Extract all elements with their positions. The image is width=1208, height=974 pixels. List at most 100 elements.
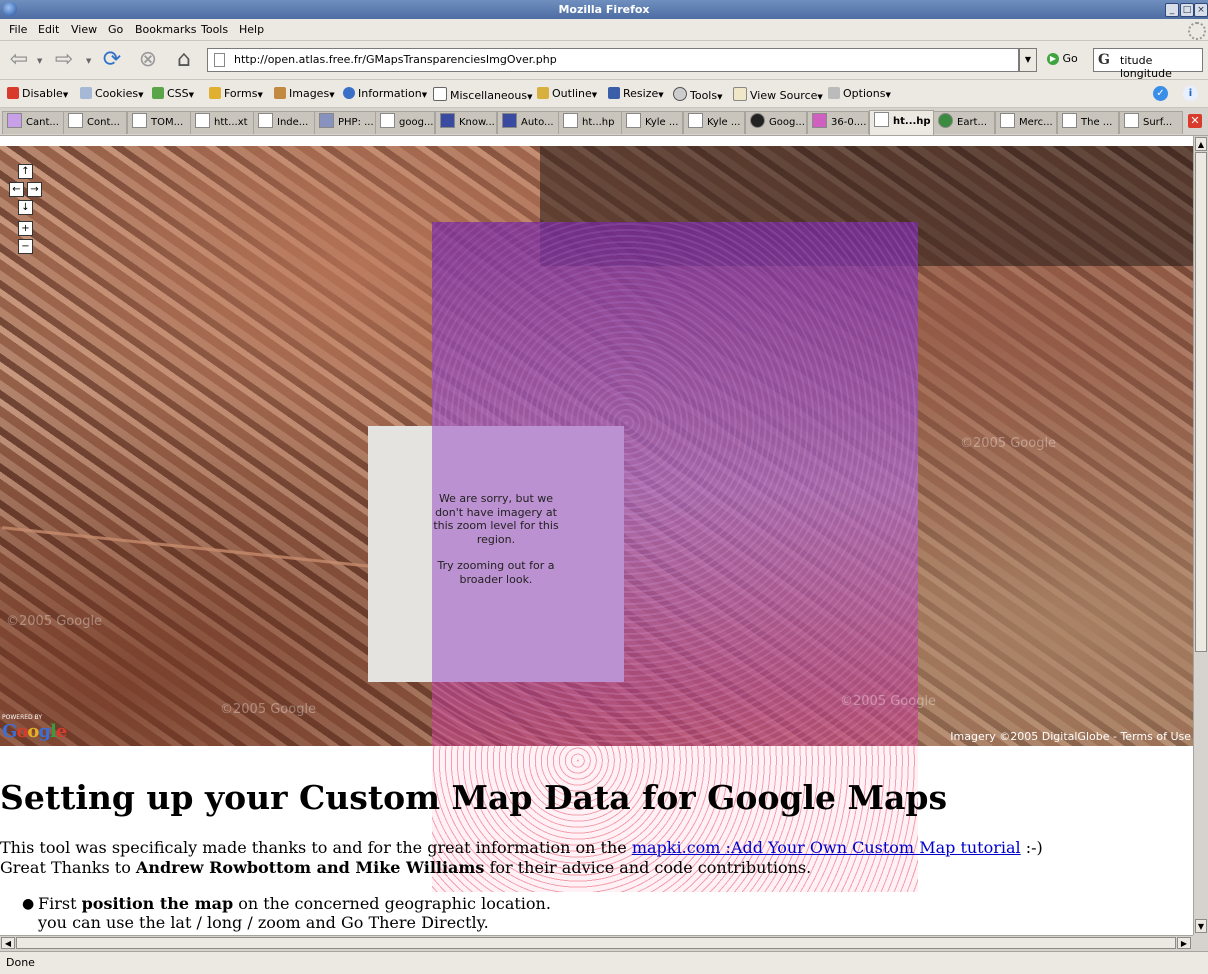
menu-bookmarks[interactable]: Bookmarks	[135, 23, 196, 36]
tab-9[interactable]: ht...hp	[558, 111, 622, 134]
tab-label: The ...	[1081, 117, 1113, 128]
dev-disable-label: Disable	[22, 87, 63, 100]
stop-button[interactable]: ⊗	[134, 47, 162, 73]
dev-css[interactable]: CSS▼	[152, 87, 194, 100]
map-canvas[interactable]: We are sorry, but we don't have imagery …	[0, 146, 1193, 746]
forward-button[interactable]: ⇨	[50, 47, 78, 73]
tab-13[interactable]: 36-0....	[807, 111, 869, 134]
tab-2[interactable]: TOM...	[127, 111, 191, 134]
zoom-out-button[interactable]: −	[18, 239, 33, 254]
zoom-in-button[interactable]: +	[18, 221, 33, 236]
dev-disable[interactable]: Disable▼	[7, 87, 68, 100]
tab-favicon	[812, 113, 827, 128]
page-icon	[214, 53, 225, 67]
tab-17[interactable]: The ...	[1057, 111, 1119, 134]
menu-go[interactable]: Go	[108, 23, 123, 36]
search-field[interactable]: G titude longitude	[1093, 48, 1203, 80]
intro-suffix: :-)	[1020, 838, 1043, 857]
tab-15[interactable]: Eart...	[933, 111, 995, 134]
dev-tools-label: Tools	[690, 89, 718, 102]
tab-favicon	[626, 113, 641, 128]
scroll-right-icon[interactable]: ▶	[1177, 937, 1191, 949]
dev-images[interactable]: Images▼	[274, 87, 335, 100]
url-history-dropdown[interactable]: ▼	[1019, 48, 1037, 72]
tab-label: Surf...	[1143, 117, 1173, 128]
tab-label: Know...	[459, 117, 495, 128]
status-text: Done	[6, 956, 35, 969]
menu-file[interactable]: File	[9, 23, 27, 36]
tab-0[interactable]: Cant...	[2, 111, 64, 134]
menu-help[interactable]: Help	[239, 23, 264, 36]
minimize-button[interactable]: _	[1165, 3, 1179, 17]
maximize-button[interactable]: □	[1180, 3, 1194, 17]
horizontal-scrollbar[interactable]: ◀ ▶	[0, 935, 1193, 951]
tab-3[interactable]: htt...xt	[190, 111, 254, 134]
tab-4[interactable]: Inde...	[253, 111, 315, 134]
tab-10[interactable]: Kyle ...	[621, 111, 683, 134]
menu-view[interactable]: View	[71, 23, 97, 36]
dev-miscellaneous[interactable]: Miscellaneous▼	[433, 87, 533, 102]
tab-6[interactable]: goog...	[375, 111, 435, 134]
tab-11[interactable]: Kyle ...	[683, 111, 745, 134]
tab-14-active[interactable]: ht...hp	[869, 110, 934, 135]
close-tab-button[interactable]: ✕	[1188, 114, 1202, 128]
close-window-button[interactable]: ×	[1194, 3, 1208, 17]
step-1: First position the map on the concerned …	[38, 894, 551, 913]
search-query: titude longitude	[1120, 54, 1172, 80]
pan-down-button[interactable]: ↓	[18, 200, 33, 215]
google-powered-by-logo[interactable]: POWERED BY Google	[2, 714, 67, 742]
dev-information[interactable]: Information▼	[343, 87, 427, 100]
go-button[interactable]: ▶ Go	[1047, 52, 1078, 65]
tab-5[interactable]: PHP: ...	[314, 111, 376, 134]
miscellaneous-icon	[433, 87, 447, 101]
tab-favicon	[68, 113, 83, 128]
dev-resize[interactable]: Resize▼	[608, 87, 664, 100]
horizontal-scroll-thumb[interactable]	[16, 937, 1176, 949]
bullet-icon: ●	[22, 896, 35, 912]
dev-view-source[interactable]: View Source▼	[733, 87, 823, 102]
url-field[interactable]: http://open.atlas.free.fr/GMapsTranspare…	[207, 48, 1019, 72]
dev-tools[interactable]: Tools▼	[673, 87, 723, 102]
dev-options[interactable]: Options▼	[828, 87, 891, 100]
back-button[interactable]: ⇦	[5, 47, 33, 73]
tab-favicon	[1000, 113, 1015, 128]
scroll-up-icon[interactable]: ▲	[1195, 137, 1207, 151]
forward-dropdown-icon[interactable]: ▼	[86, 57, 91, 65]
back-dropdown-icon[interactable]: ▼	[37, 57, 42, 65]
menu-edit[interactable]: Edit	[38, 23, 59, 36]
tab-1[interactable]: Cont...	[63, 111, 127, 134]
scroll-down-icon[interactable]: ▼	[1195, 919, 1207, 933]
tab-18[interactable]: Surf...	[1119, 111, 1183, 134]
tab-favicon	[380, 113, 395, 128]
mapki-tutorial-link[interactable]: mapki.com :Add Your Own Custom Map tutor…	[632, 838, 1021, 857]
pan-right-button[interactable]: →	[27, 182, 42, 197]
tools-icon	[673, 87, 687, 101]
terms-of-use-link[interactable]: Terms of Use	[1120, 730, 1191, 743]
vertical-scrollbar[interactable]: ▲ ▼	[1193, 136, 1208, 935]
home-button[interactable]: ⌂	[170, 47, 198, 73]
tab-label: Kyle ...	[645, 117, 679, 128]
no-imagery-message: We are sorry, but we don't have imagery …	[432, 492, 560, 587]
scroll-left-icon[interactable]: ◀	[1, 937, 15, 949]
dev-forms[interactable]: Forms▼	[209, 87, 263, 100]
tab-favicon	[1124, 113, 1139, 128]
pan-up-button[interactable]: ↑	[18, 164, 33, 179]
menu-tools[interactable]: Tools	[201, 23, 228, 36]
dev-outline[interactable]: Outline▼	[537, 87, 597, 100]
dev-information-label: Information	[358, 87, 422, 100]
validate-icon[interactable]: ✓	[1153, 86, 1168, 101]
options-icon	[828, 87, 840, 99]
tab-8[interactable]: Auto...	[497, 111, 559, 134]
vertical-scroll-thumb[interactable]	[1195, 152, 1207, 652]
reload-button[interactable]: ⟳	[98, 47, 126, 73]
dev-cookies[interactable]: Cookies▼	[80, 87, 143, 100]
step-1-bold: position the map	[81, 894, 234, 913]
tab-16[interactable]: Merc...	[995, 111, 1057, 134]
tab-7[interactable]: Know...	[435, 111, 497, 134]
info-icon[interactable]: i	[1183, 86, 1198, 101]
dev-css-label: CSS	[167, 87, 189, 100]
view-source-icon	[733, 87, 747, 101]
tab-12[interactable]: Goog...	[745, 111, 807, 134]
map-watermark: ©2005 Google	[840, 694, 937, 709]
pan-left-button[interactable]: ←	[9, 182, 24, 197]
